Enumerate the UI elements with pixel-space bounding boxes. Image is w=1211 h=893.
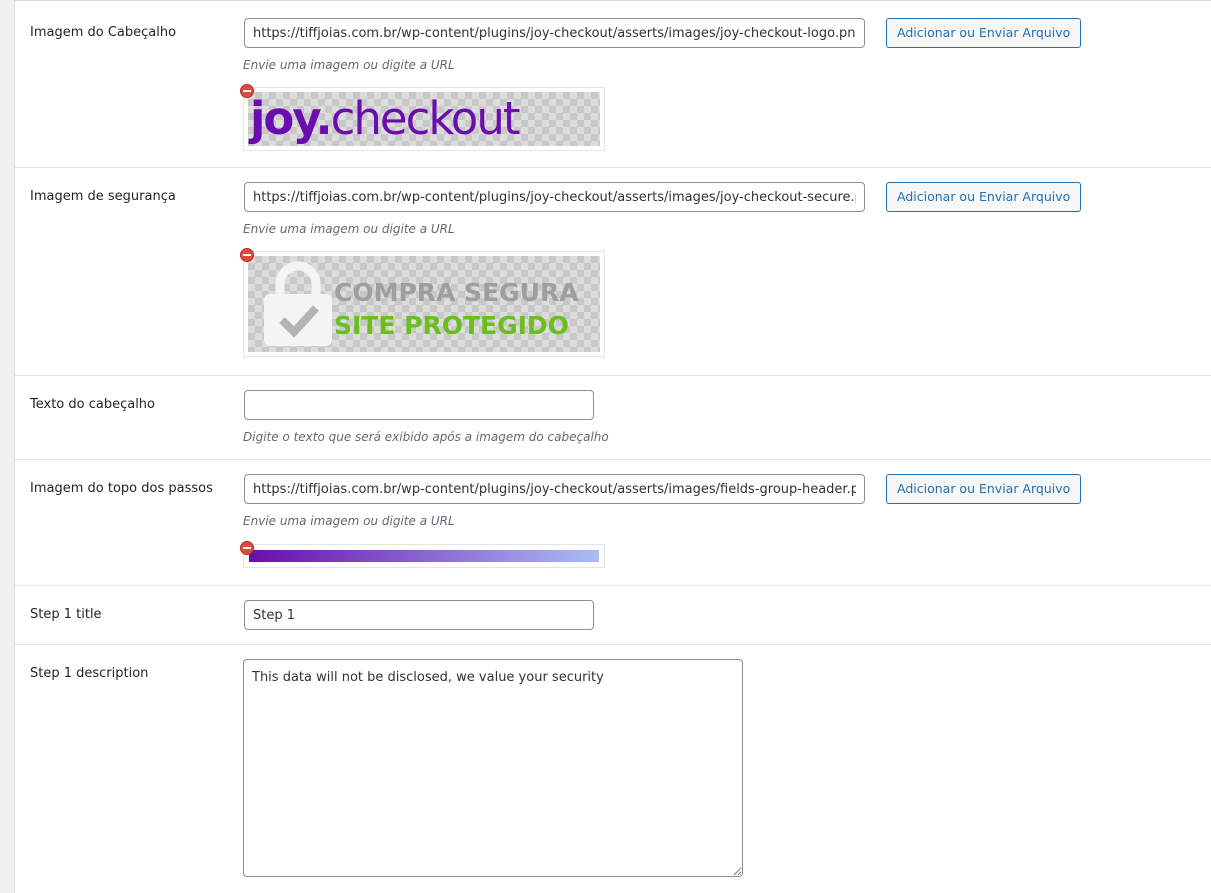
header-image-url-input[interactable] (244, 18, 865, 48)
security-text-line2: SITE PROTEGIDO (334, 311, 569, 340)
gradient-bar-image (249, 550, 599, 562)
security-text-line1: COMPRA SEGURA (334, 278, 579, 307)
remove-security-image-icon[interactable] (240, 248, 254, 262)
step1-title-input[interactable] (244, 600, 594, 630)
security-badge-image: COMPRA SEGURA SITE PROTEGIDO (248, 256, 600, 352)
header-image-upload-button[interactable]: Adicionar ou Enviar Arquivo (886, 18, 1082, 48)
steps-top-image-url-input[interactable] (244, 474, 865, 504)
step1-title-label: Step 1 title (30, 607, 102, 622)
row-steps-top-image: Imagem do topo dos passos Adicionar ou E… (15, 460, 1211, 586)
security-image-upload-button[interactable]: Adicionar ou Enviar Arquivo (886, 182, 1082, 212)
security-image-label: Imagem de segurança (30, 189, 176, 204)
step1-description-label: Step 1 description (30, 666, 149, 681)
security-image-hint: Envie uma imagem ou digite a URL (243, 222, 455, 236)
row-step1-title: Step 1 title (15, 586, 1211, 645)
header-text-input[interactable] (244, 390, 594, 420)
row-header-text: Texto do cabeçalho Digite o texto que se… (15, 376, 1211, 460)
header-image-label: Imagem do Cabeçalho (30, 25, 177, 40)
settings-panel: Imagem do Cabeçalho Adicionar ou Enviar … (14, 0, 1211, 893)
steps-top-image-hint: Envie uma imagem ou digite a URL (243, 514, 455, 528)
steps-top-image-preview (243, 544, 605, 568)
row-header-image: Imagem do Cabeçalho Adicionar ou Enviar … (15, 1, 1211, 168)
remove-steps-top-image-icon[interactable] (240, 541, 254, 555)
lock-check-icon (264, 261, 332, 346)
steps-top-image-upload-button[interactable]: Adicionar ou Enviar Arquivo (886, 474, 1082, 504)
header-image-hint: Envie uma imagem ou digite a URL (243, 58, 455, 72)
header-text-label: Texto do cabeçalho (30, 397, 155, 412)
header-text-hint: Digite o texto que será exibido após a i… (243, 430, 609, 444)
security-image-url-input[interactable] (244, 182, 865, 212)
row-security-image: Imagem de segurança Adicionar ou Enviar … (15, 168, 1211, 376)
header-logo-image: joy.checkout (248, 92, 600, 146)
row-step1-description: Step 1 description This data will not be… (15, 645, 1211, 893)
header-image-preview: joy.checkout (243, 87, 605, 151)
logo-text-dot: . (315, 92, 333, 145)
remove-header-image-icon[interactable] (240, 84, 254, 98)
security-image-preview: COMPRA SEGURA SITE PROTEGIDO (243, 251, 605, 357)
logo-text-checkout: checkout (330, 92, 521, 145)
step1-description-textarea[interactable]: This data will not be disclosed, we valu… (243, 659, 743, 877)
steps-top-image-label: Imagem do topo dos passos (30, 481, 213, 496)
logo-text-joy: joy (250, 92, 318, 145)
